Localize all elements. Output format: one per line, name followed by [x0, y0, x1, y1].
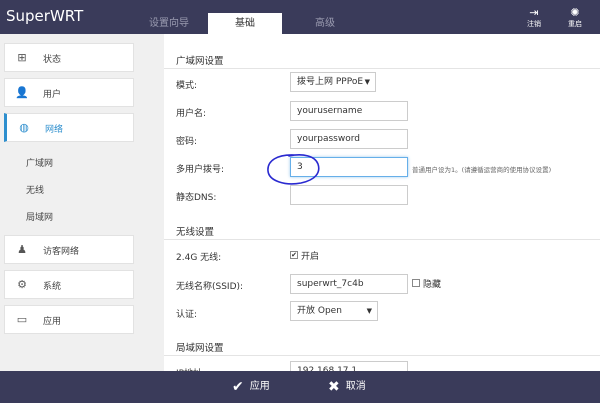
gear-icon: ⚙	[17, 278, 27, 291]
static-dns-input[interactable]	[290, 185, 408, 205]
mode-select-value: 拨号上网 PPPoE	[297, 77, 364, 87]
band-24g-enabled-label: 开启	[301, 252, 320, 262]
top-bar: SuperWRT 设置向导 基础 高级 ⇥ 注销 ✺ 重启	[0, 0, 600, 34]
caret-down-icon: ▼	[364, 78, 370, 86]
sidebar-item-label: 系统	[43, 282, 62, 292]
sidebar-item-label: 应用	[43, 317, 62, 327]
divider	[164, 239, 600, 240]
logout-button[interactable]: ⇥ 注销	[517, 6, 551, 29]
mode-label: 模式:	[176, 81, 198, 91]
password-label: 密码:	[176, 137, 198, 147]
tab-basic[interactable]: 基础	[208, 13, 282, 34]
apply-label: 应用	[249, 381, 270, 392]
sidebar-subitem-lan[interactable]: 局域网	[26, 210, 53, 223]
logout-icon: ⇥	[529, 6, 539, 19]
auth-label: 认证:	[176, 310, 198, 320]
password-input[interactable]	[290, 129, 408, 149]
hidden-ssid-label: 隐藏	[423, 280, 442, 290]
wan-section-title: 广域网设置	[176, 56, 224, 67]
static-dns-label: 静态DNS:	[176, 193, 217, 203]
spinner-icon: ✺	[570, 6, 580, 19]
username-label: 用户名:	[176, 109, 207, 119]
divider	[164, 355, 600, 356]
sidebar: ⊞ 状态 👤 用户 ◍ 网络 广域网 无线 局域网 ♟ 访客网络 ⚙ 系统 ▭ …	[0, 34, 140, 371]
sidebar-subitem-wan[interactable]: 广域网	[26, 156, 53, 169]
sidebar-item-label: 状态	[43, 55, 62, 65]
bottom-bar: ✔ 应用 ✖ 取消	[0, 371, 600, 403]
lan-section-title: 局域网设置	[176, 343, 224, 354]
sidebar-item-label: 用户	[43, 90, 62, 100]
annotation-circle	[267, 154, 320, 185]
caret-down-icon: ▼	[366, 307, 372, 315]
tab-setup-wizard[interactable]: 设置向导	[130, 13, 208, 34]
logout-label: 注销	[527, 20, 541, 28]
reboot-label: 重启	[568, 20, 582, 28]
guest-icon: ♟	[17, 243, 27, 256]
brand-logo: SuperWRT	[6, 7, 84, 25]
hidden-ssid-checkbox[interactable]	[412, 279, 420, 287]
check-icon: ✔	[232, 379, 244, 395]
band-24g-checkbox[interactable]: ✔	[290, 251, 298, 259]
username-input[interactable]	[290, 101, 408, 121]
sidebar-item-label: 访客网络	[43, 247, 80, 257]
cancel-button[interactable]: ✖ 取消	[328, 377, 366, 397]
globe-icon: ◍	[19, 121, 29, 134]
user-icon: 👤	[15, 86, 29, 99]
inbox-icon: ▭	[16, 313, 28, 326]
multi-dial-label: 多用户拨号:	[176, 165, 225, 175]
reboot-button[interactable]: ✺ 重启	[558, 6, 592, 29]
tab-advanced[interactable]: 高级	[290, 13, 360, 34]
auth-select[interactable]: 开放 Open ▼	[290, 301, 378, 321]
sidebar-item-users[interactable]: 👤 用户	[4, 78, 134, 107]
sidebar-item-apps[interactable]: ▭ 应用	[4, 305, 134, 334]
sidebar-item-guest-network[interactable]: ♟ 访客网络	[4, 235, 134, 264]
sidebar-item-status[interactable]: ⊞ 状态	[4, 43, 134, 72]
sidebar-item-network[interactable]: ◍ 网络	[4, 113, 134, 142]
ssid-input[interactable]	[290, 274, 408, 294]
sidebar-item-label: 网络	[45, 125, 64, 135]
close-icon: ✖	[328, 379, 340, 395]
sidebar-subitem-wireless[interactable]: 无线	[26, 183, 44, 196]
multi-dial-hint: 普通用户设为1。(请遵循运营商的使用协议设置)	[412, 166, 552, 174]
mode-select[interactable]: 拨号上网 PPPoE ▼	[290, 72, 376, 92]
wireless-section-title: 无线设置	[176, 227, 215, 238]
cancel-label: 取消	[345, 381, 366, 392]
auth-select-value: 开放 Open	[297, 306, 342, 316]
apply-button[interactable]: ✔ 应用	[232, 377, 270, 397]
band-24g-label: 2.4G 无线:	[176, 253, 222, 263]
sitemap-icon: ⊞	[17, 51, 27, 64]
divider	[164, 68, 600, 69]
ssid-label: 无线名称(SSID):	[176, 282, 244, 292]
sidebar-item-system[interactable]: ⚙ 系统	[4, 270, 134, 299]
settings-panel: 广域网设置 模式: 拨号上网 PPPoE ▼ 用户名: 密码: 多用户拨号: 普…	[164, 34, 600, 381]
